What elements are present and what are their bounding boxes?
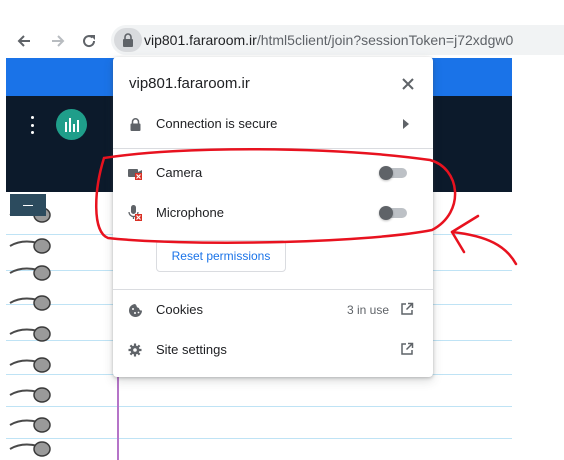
forward-button[interactable] [46, 29, 70, 53]
microphone-blocked-icon [127, 205, 143, 221]
divider [113, 148, 433, 149]
app-logo [56, 109, 87, 140]
url-text[interactable]: vip801.fararoom.ir/html5client/join?sess… [144, 32, 513, 48]
arrow-left-icon [17, 35, 30, 47]
reset-permissions-button[interactable]: Reset permissions [156, 240, 286, 272]
camera-label: Camera [156, 165, 203, 180]
open-external-icon [401, 302, 414, 315]
spiral-ring [9, 326, 51, 342]
more-options-button[interactable] [26, 116, 38, 134]
popup-title: vip801.fararoom.ir [129, 75, 250, 92]
reload-button[interactable] [77, 29, 101, 53]
spiral-ring [9, 357, 51, 373]
lock-icon [123, 33, 133, 47]
lock-icon [127, 116, 143, 132]
site-settings-label: Site settings [156, 342, 227, 357]
microphone-label: Microphone [156, 205, 224, 220]
url-host: vip801.fararoom.ir [144, 32, 257, 48]
collapse-button[interactable] [10, 194, 46, 216]
minus-icon [23, 204, 33, 206]
cookie-icon [127, 302, 143, 318]
close-icon [402, 78, 414, 90]
close-button[interactable] [399, 75, 417, 93]
address-bar[interactable]: vip801.fararoom.ir/html5client/join?sess… [111, 25, 564, 55]
spiral-ring [9, 417, 51, 433]
site-info-button[interactable] [114, 28, 142, 52]
browser-toolbar: vip801.fararoom.ir/html5client/join?sess… [0, 0, 564, 58]
connection-row[interactable]: Connection is secure [113, 107, 433, 141]
spiral-ring [9, 265, 51, 281]
cookies-count: 3 in use [347, 303, 390, 317]
back-button[interactable] [12, 29, 36, 53]
open-external-icon [401, 342, 414, 355]
connection-label: Connection is secure [156, 116, 278, 131]
cookies-label: Cookies [156, 302, 203, 317]
reload-icon [83, 35, 96, 48]
camera-row: Camera [113, 156, 433, 190]
spiral-ring [9, 441, 51, 457]
divider [113, 289, 433, 290]
microphone-toggle[interactable] [379, 206, 409, 220]
site-info-popup: vip801.fararoom.ir Connection is secure … [113, 57, 433, 377]
microphone-row: Microphone [113, 196, 433, 230]
chevron-right-icon [403, 119, 409, 129]
site-settings-row[interactable]: Site settings [113, 333, 433, 367]
spiral-ring [9, 295, 51, 311]
url-path: /html5client/join?sessionToken=j72xdgw0 [256, 32, 514, 48]
spiral-ring [9, 387, 51, 403]
arrow-right-icon [52, 35, 65, 47]
camera-toggle[interactable] [379, 166, 409, 180]
gear-icon [127, 342, 143, 358]
camera-blocked-icon [127, 165, 143, 181]
spiral-ring [9, 238, 51, 254]
cookies-row[interactable]: Cookies 3 in use [113, 293, 433, 327]
